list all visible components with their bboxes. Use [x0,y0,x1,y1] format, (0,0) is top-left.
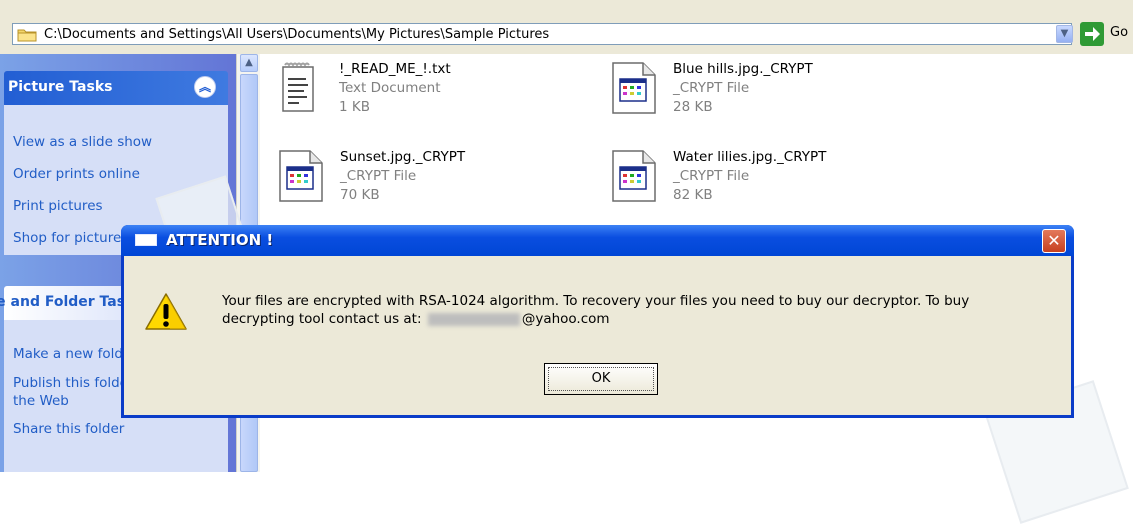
file-name: !_READ_ME_!.txt [339,61,451,77]
redacted-email [427,312,520,326]
file-type: _CRYPT File [673,168,750,184]
dialog-message: Your files are encrypted with RSA-1024 a… [222,293,970,309]
file-name: Water lilies.jpg._CRYPT [673,149,827,165]
task-view-slideshow[interactable]: View as a slide show [13,134,152,150]
unknown-file-icon [612,62,656,114]
picture-tasks-title: Picture Tasks [8,79,113,95]
address-bar: C:\Documents and Settings\All Users\Docu… [0,14,1133,54]
contact-prefix: decrypting tool contact us at: [222,311,422,327]
menu-strip [0,0,1133,14]
address-dropdown-button[interactable]: ▼ [1056,25,1073,43]
scroll-up-icon[interactable]: ▲ [240,54,258,72]
go-button[interactable] [1080,22,1104,46]
folder-icon [17,29,37,42]
chevron-down-icon: ▼ [1060,28,1069,39]
task-share-folder[interactable]: Share this folder [13,421,124,437]
window-icon [135,234,157,246]
dialog-body: Your files are encrypted with RSA-1024 a… [124,256,1071,415]
task-publish-folder-web[interactable]: the Web [13,393,69,409]
file-size: 82 KB [673,187,713,203]
file-size: 70 KB [340,187,380,203]
contact-suffix: @yahoo.com [521,311,610,327]
address-path: C:\Documents and Settings\All Users\Docu… [44,27,550,42]
file-name: Sunset.jpg._CRYPT [340,149,466,165]
file-type: Text Document [339,80,441,96]
task-order-prints[interactable]: Order prints online [13,166,140,182]
close-button[interactable]: ✕ [1042,229,1066,253]
dialog-message-contact: decrypting tool contact us at: @yahoo.co… [222,311,610,327]
task-make-new-folder[interactable]: Make a new folder [13,346,137,362]
file-type: _CRYPT File [673,80,750,96]
file-type: _CRYPT File [340,168,417,184]
text-document-icon [282,62,314,112]
attention-dialog: ATTENTION ! ✕ Your files are encrypted w… [121,225,1074,418]
dialog-titlebar[interactable]: ATTENTION ! ✕ [121,225,1074,256]
unknown-file-icon [279,150,323,202]
unknown-file-icon [612,150,656,202]
go-label[interactable]: Go [1110,25,1128,40]
file-name: Blue hills.jpg._CRYPT [673,61,813,77]
file-size: 28 KB [673,99,713,115]
task-print-pictures[interactable]: Print pictures [13,198,103,214]
dialog-title: ATTENTION ! [166,231,274,249]
warning-icon [145,293,187,330]
close-icon: ✕ [1047,231,1061,250]
picture-tasks-header[interactable]: Picture Tasks ︽ [4,71,228,105]
go-arrow-icon [1085,27,1100,41]
address-input[interactable]: C:\Documents and Settings\All Users\Docu… [12,23,1073,45]
ok-button[interactable]: OK [544,363,658,395]
collapse-chevron-icon[interactable]: ︽ [194,76,216,98]
file-size: 1 KB [339,99,370,115]
